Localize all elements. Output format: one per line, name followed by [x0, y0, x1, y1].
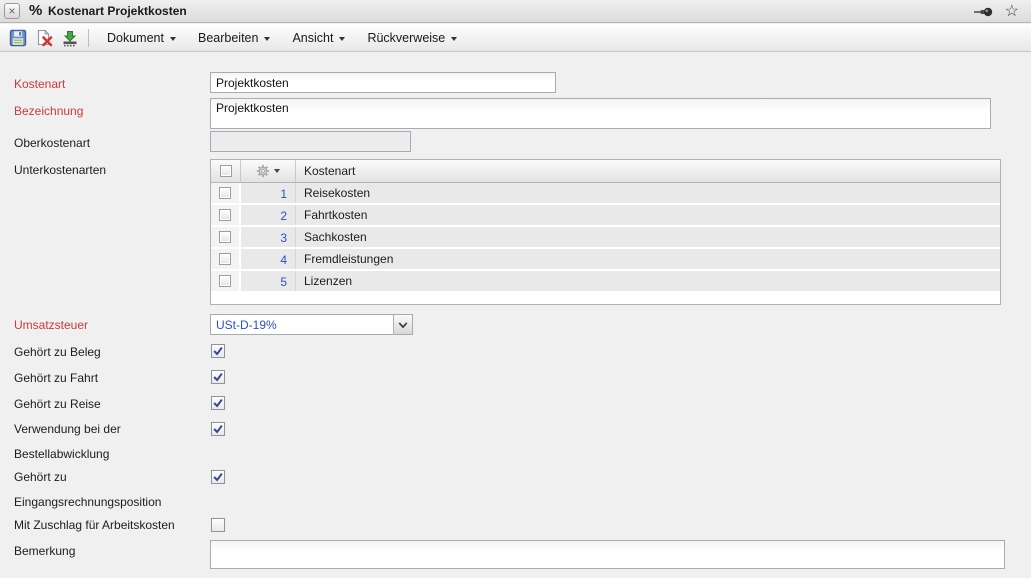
- chevron-down-icon: [170, 37, 176, 41]
- row-number: 3: [241, 227, 296, 247]
- chevron-down-icon: [274, 169, 280, 173]
- row-checkbox[interactable]: [219, 187, 231, 199]
- menu-rueckverweise[interactable]: Rückverweise: [356, 26, 468, 50]
- bestellabwicklung-label: Verwendung bei der Bestellabwicklung: [14, 417, 206, 467]
- row-number: 2: [241, 205, 296, 225]
- row-number: 4: [241, 249, 296, 269]
- chevron-down-icon: [264, 37, 270, 41]
- menu-bearbeiten-label: Bearbeiten: [198, 31, 258, 45]
- bezeichnung-label: Bezeichnung: [14, 99, 206, 124]
- umsatzsteuer-value: USt-D-19%: [211, 318, 393, 332]
- delete-document-icon[interactable]: [32, 26, 56, 50]
- kostenart-input[interactable]: [210, 72, 556, 93]
- chevron-down-icon: [398, 321, 408, 329]
- oberkostenart-input[interactable]: [210, 131, 411, 152]
- gehoert-zu-fahrt-checkbox[interactable]: [211, 370, 225, 384]
- table-row[interactable]: 5 Lizenzen: [211, 271, 1000, 293]
- bemerkung-input[interactable]: [210, 540, 1005, 569]
- kostenart-label: Kostenart: [14, 72, 206, 97]
- unterkostenarten-label: Unterkostenarten: [14, 158, 206, 183]
- app-window: × % Kostenart Projektkosten ☆: [0, 0, 1031, 578]
- menu-ansicht[interactable]: Ansicht: [281, 26, 356, 50]
- gehoert-zu-reise-checkbox[interactable]: [211, 396, 225, 410]
- chevron-down-icon: [451, 37, 457, 41]
- row-number: 1: [241, 183, 296, 203]
- row-kostenart[interactable]: Sachkosten: [296, 230, 1000, 244]
- gehoert-zu-fahrt-label: Gehört zu Fahrt: [14, 366, 206, 391]
- umsatzsteuer-select[interactable]: USt-D-19%: [210, 314, 413, 335]
- gehoert-zu-reise-label: Gehört zu Reise: [14, 392, 206, 417]
- menu-dokument[interactable]: Dokument: [96, 26, 187, 50]
- row-checkbox[interactable]: [219, 253, 231, 265]
- menu-dokument-label: Dokument: [107, 31, 164, 45]
- bezeichnung-input[interactable]: Projektkosten: [210, 98, 991, 129]
- zuschlag-arbeitskosten-checkbox[interactable]: [211, 518, 225, 532]
- gear-icon: [256, 164, 270, 178]
- page-title: Kostenart Projektkosten: [48, 4, 187, 18]
- import-download-icon[interactable]: [58, 26, 82, 50]
- row-kostenart[interactable]: Lizenzen: [296, 274, 1000, 288]
- table-row[interactable]: 2 Fahrtkosten: [211, 205, 1000, 227]
- percent-icon: %: [29, 2, 42, 19]
- column-header-kostenart[interactable]: Kostenart: [296, 164, 1000, 178]
- bestellabwicklung-checkbox[interactable]: [211, 422, 225, 436]
- toolbar-separator: [88, 29, 89, 47]
- row-checkbox[interactable]: [219, 275, 231, 287]
- eingangsrechnungsposition-label: Gehört zu Eingangsrechnungsposition: [14, 465, 206, 515]
- table-header: Kostenart: [211, 160, 1000, 183]
- save-icon[interactable]: [6, 26, 30, 50]
- gehoert-zu-beleg-checkbox[interactable]: [211, 344, 225, 358]
- table-row[interactable]: 1 Reisekosten: [211, 183, 1000, 205]
- zuschlag-arbeitskosten-label: Mit Zuschlag für Arbeitskosten: [14, 513, 206, 538]
- row-checkbox[interactable]: [219, 231, 231, 243]
- row-checkbox[interactable]: [219, 209, 231, 221]
- favorite-star-icon[interactable]: ☆: [1005, 1, 1019, 21]
- menu-bearbeiten[interactable]: Bearbeiten: [187, 26, 281, 50]
- close-icon[interactable]: ×: [4, 3, 20, 19]
- bemerkung-label: Bemerkung: [14, 539, 206, 564]
- umsatzsteuer-label: Umsatzsteuer: [14, 313, 206, 338]
- select-all-checkbox[interactable]: [220, 165, 232, 177]
- pin-icon[interactable]: [973, 5, 993, 18]
- table-row[interactable]: 3 Sachkosten: [211, 227, 1000, 249]
- titlebar: × % Kostenart Projektkosten ☆: [0, 0, 1031, 23]
- row-number: 5: [241, 271, 296, 291]
- oberkostenart-label: Oberkostenart: [14, 131, 206, 156]
- chevron-down-icon: [339, 37, 345, 41]
- menu-ansicht-label: Ansicht: [292, 31, 333, 45]
- menu-rueckverweise-label: Rückverweise: [367, 31, 445, 45]
- row-kostenart[interactable]: Fremdleistungen: [296, 252, 1000, 266]
- table-row[interactable]: 4 Fremdleistungen: [211, 249, 1000, 271]
- gehoert-zu-beleg-label: Gehört zu Beleg: [14, 340, 206, 365]
- dropdown-button[interactable]: [393, 315, 412, 334]
- row-kostenart[interactable]: Fahrtkosten: [296, 208, 1000, 222]
- row-kostenart[interactable]: Reisekosten: [296, 186, 1000, 200]
- table-settings-button[interactable]: [241, 160, 296, 182]
- toolbar: Dokument Bearbeiten Ansicht Rückverweise: [0, 24, 1031, 52]
- unterkostenarten-table: Kostenart 1 Reisekosten 2 Fahrtkosten 3 …: [210, 159, 1001, 305]
- eingangsrechnungsposition-checkbox[interactable]: [211, 470, 225, 484]
